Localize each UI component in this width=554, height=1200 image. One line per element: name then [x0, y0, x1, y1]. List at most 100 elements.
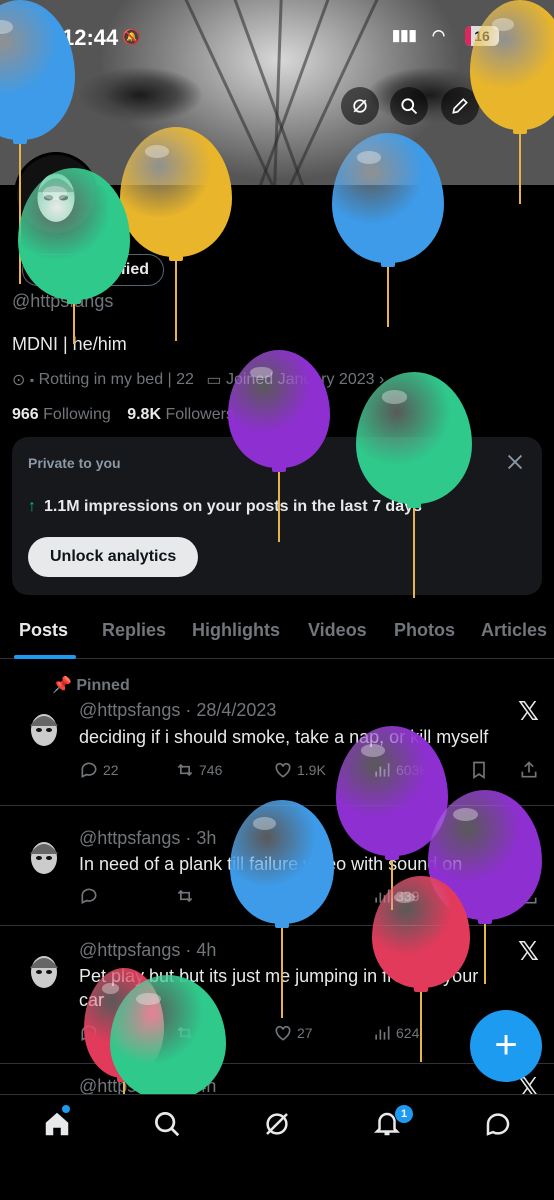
up-arrow-icon: ↑: [28, 498, 36, 515]
mask-avatar-icon: [30, 842, 58, 874]
australia-flag-icon: ▪: [29, 373, 35, 387]
tab-posts[interactable]: Posts: [19, 620, 68, 641]
reply-button[interactable]: 22: [79, 760, 119, 780]
tab-replies[interactable]: Replies: [102, 620, 166, 641]
tab-highlights[interactable]: Highlights: [192, 620, 280, 641]
reply-button[interactable]: [79, 1023, 103, 1043]
repost-icon: [177, 889, 193, 903]
back-button[interactable]: [20, 87, 58, 125]
search-icon[interactable]: [152, 1109, 182, 1139]
back-arrow-icon: [31, 99, 46, 113]
unlock-analytics-button[interactable]: Unlock analytics: [28, 537, 199, 577]
analytics-card: Private to you ↑ 1.1M impressions on your…: [12, 437, 542, 595]
mask-avatar-icon: [30, 714, 58, 746]
heart-icon: [275, 1025, 291, 1041]
post-text: deciding if i should smoke, take a nap, …: [79, 727, 489, 747]
calendar-icon: ▭: [206, 372, 222, 389]
followers-link[interactable]: 9.8K Followers: [127, 406, 234, 423]
notification-badge: 1: [395, 1105, 413, 1123]
repost-icon: [177, 763, 193, 777]
bottom-nav: 1: [0, 1094, 554, 1200]
following-link[interactable]: 966 Following: [12, 406, 111, 423]
search-icon: [401, 98, 418, 115]
grok-icon: [353, 99, 367, 113]
get-verified-button[interactable]: Get verified: [22, 254, 165, 286]
share-post-button[interactable]: [519, 760, 543, 780]
signal-icon: ▮▮▮: [392, 27, 417, 44]
private-label: Private to you: [28, 455, 121, 471]
views-button[interactable]: 603K: [372, 760, 429, 780]
location-pin-icon: ⊙: [12, 372, 26, 389]
post-text: Pet play but but its just me jumping in …: [79, 966, 479, 986]
profile-bio: MDNI | he/him: [12, 334, 127, 354]
share-icon: [504, 97, 520, 114]
post-text-line2: car: [79, 990, 105, 1010]
chevron-right-icon: ›: [378, 371, 385, 388]
post-avatar[interactable]: [18, 946, 66, 994]
battery-indicator: 16: [465, 26, 499, 46]
like-button[interactable]: 1.9K: [273, 760, 326, 780]
pencil-icon: [452, 98, 468, 114]
close-icon[interactable]: [504, 451, 526, 473]
profile-avatar[interactable]: [14, 152, 98, 236]
repost-icon: [177, 1026, 193, 1040]
status-time: 12:44: [62, 25, 119, 50]
mask-avatar-icon: [30, 956, 58, 988]
heart-icon: [275, 762, 291, 778]
grok-icon[interactable]: [262, 1109, 292, 1139]
mask-avatar-icon: [37, 173, 75, 222]
post-meta: @httpsfangs · 3h: [79, 828, 217, 848]
status-bar: 12:44 🔕 ▮▮▮ ◠ 16: [0, 0, 554, 60]
heart-icon: [275, 888, 291, 904]
views-chart-icon: [375, 763, 390, 777]
wifi-icon: ◠: [432, 27, 446, 44]
profile-location: Rotting in my bed | 22: [38, 371, 194, 388]
compose-post-button[interactable]: +: [470, 1010, 542, 1082]
search-button[interactable]: [390, 87, 428, 125]
share-post-button[interactable]: [519, 886, 543, 906]
pin-icon: 📌: [52, 677, 72, 694]
x-logo-icon: 𝕏: [518, 825, 539, 855]
edit-button[interactable]: [441, 87, 479, 125]
grok-button[interactable]: [341, 87, 379, 125]
home-icon[interactable]: [42, 1109, 72, 1139]
post-item[interactable]: 📌 Pinned @httpsfangs · 28/4/2023 𝕏 decid…: [0, 660, 554, 806]
reply-button[interactable]: [79, 886, 103, 906]
home-unread-dot: [62, 1105, 70, 1113]
impressions-text: ↑ 1.1M impressions on your posts in the l…: [28, 498, 422, 515]
share-button[interactable]: [493, 87, 531, 125]
post-text: In need of a plank till failure video wi…: [79, 854, 463, 874]
profile-tabs: Posts Replies Highlights Videos Photos A…: [0, 605, 554, 659]
repost-button[interactable]: [175, 886, 199, 906]
views-button[interactable]: 339: [372, 886, 419, 906]
messages-icon[interactable]: [483, 1109, 513, 1139]
profile-meta: ⊙ ▪ Rotting in my bed | 22 ▭ Joined Janu…: [12, 370, 384, 390]
like-button[interactable]: 6: [273, 886, 305, 906]
tab-photos[interactable]: Photos: [394, 620, 455, 641]
share-icon: [521, 887, 537, 904]
pinned-label: 📌 Pinned: [52, 677, 130, 694]
post-item[interactable]: @httpsfangs · 3h 𝕏 In need of a plank ti…: [0, 806, 554, 926]
bookmark-button[interactable]: [469, 886, 493, 906]
x-logo-icon: 𝕏: [518, 697, 539, 727]
views-button[interactable]: 624: [372, 1023, 419, 1043]
profile-handle: @httpsfangs: [12, 291, 114, 311]
like-button[interactable]: 27: [273, 1023, 313, 1043]
bookmark-button[interactable]: [469, 760, 493, 780]
x-logo-icon: 𝕏: [518, 937, 539, 967]
repost-button[interactable]: 746: [175, 760, 222, 780]
post-avatar[interactable]: [18, 704, 66, 752]
verified-badge-icon: [37, 263, 53, 279]
reply-icon: [81, 1025, 97, 1042]
bookmark-icon: [473, 887, 485, 906]
views-chart-icon: [375, 1026, 390, 1040]
profile-joined: Joined January 2023: [225, 371, 375, 388]
repost-button[interactable]: 9: [175, 1023, 207, 1043]
bookmark-icon: [473, 761, 485, 780]
post-avatar[interactable]: [18, 832, 66, 880]
tab-videos[interactable]: Videos: [308, 620, 367, 641]
views-chart-icon: [375, 889, 390, 903]
tab-articles[interactable]: Articles: [481, 620, 547, 641]
post-meta: @httpsfangs · 4h: [79, 940, 217, 960]
reply-icon: [81, 888, 97, 905]
